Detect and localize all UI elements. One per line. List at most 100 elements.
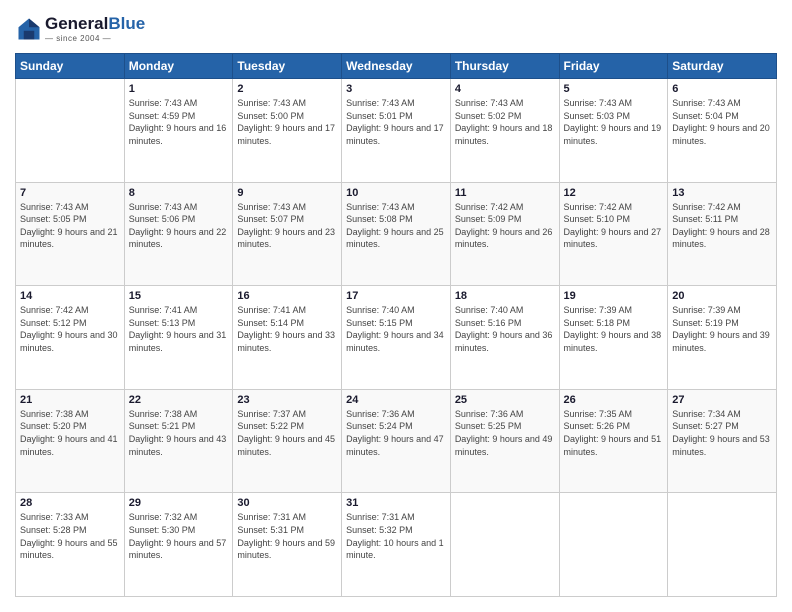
day-number: 22 xyxy=(129,394,229,406)
calendar-week-3: 14 Sunrise: 7:42 AMSunset: 5:12 PMDayligh… xyxy=(16,286,777,390)
day-number: 16 xyxy=(237,290,337,302)
day-number: 6 xyxy=(672,83,772,95)
calendar-cell: 8 Sunrise: 7:43 AMSunset: 5:06 PMDaylight… xyxy=(124,182,233,286)
day-number: 24 xyxy=(346,394,446,406)
day-number: 13 xyxy=(672,187,772,199)
day-info: Sunrise: 7:38 AMSunset: 5:20 PMDaylight:… xyxy=(20,408,120,458)
calendar-cell: 6 Sunrise: 7:43 AMSunset: 5:04 PMDaylight… xyxy=(668,79,777,183)
calendar-cell: 12Sunrise: 7:42 AMSunset: 5:10 PMDayligh… xyxy=(559,182,668,286)
calendar-cell: 7 Sunrise: 7:43 AMSunset: 5:05 PMDaylight… xyxy=(16,182,125,286)
day-info: Sunrise: 7:31 AMSunset: 5:32 PMDaylight:… xyxy=(346,511,446,561)
day-info: Sunrise: 7:41 AMSunset: 5:13 PMDaylight:… xyxy=(129,304,229,354)
calendar-table: SundayMondayTuesdayWednesdayThursdayFrid… xyxy=(15,53,777,597)
day-info: Sunrise: 7:40 AMSunset: 5:15 PMDaylight:… xyxy=(346,304,446,354)
day-info: Sunrise: 7:42 AMSunset: 5:11 PMDaylight:… xyxy=(672,201,772,251)
day-info: Sunrise: 7:39 AMSunset: 5:19 PMDaylight:… xyxy=(672,304,772,354)
day-info: Sunrise: 7:33 AMSunset: 5:28 PMDaylight:… xyxy=(20,511,120,561)
calendar-cell: 20Sunrise: 7:39 AMSunset: 5:19 PMDayligh… xyxy=(668,286,777,390)
day-number: 15 xyxy=(129,290,229,302)
day-info: Sunrise: 7:43 AMSunset: 5:04 PMDaylight:… xyxy=(672,97,772,147)
calendar-cell: 4 Sunrise: 7:43 AMSunset: 5:02 PMDaylight… xyxy=(450,79,559,183)
day-number: 2 xyxy=(237,83,337,95)
day-number: 25 xyxy=(455,394,555,406)
calendar-cell: 13 Sunrise: 7:42 AMSunset: 5:11 PMDayligh… xyxy=(668,182,777,286)
calendar-cell xyxy=(16,79,125,183)
calendar-cell: 22 Sunrise: 7:38 AMSunset: 5:21 PMDayligh… xyxy=(124,389,233,493)
logo: GeneralBlue — since 2004 — xyxy=(15,15,145,43)
day-number: 10 xyxy=(346,187,446,199)
calendar-cell xyxy=(559,493,668,597)
day-number: 21 xyxy=(20,394,120,406)
calendar-week-2: 7 Sunrise: 7:43 AMSunset: 5:05 PMDaylight… xyxy=(16,182,777,286)
calendar-cell: 18Sunrise: 7:40 AMSunset: 5:16 PMDayligh… xyxy=(450,286,559,390)
day-number: 8 xyxy=(129,187,229,199)
calendar-cell: 10 Sunrise: 7:43 AMSunset: 5:08 PMDayligh… xyxy=(342,182,451,286)
calendar-cell: 16 Sunrise: 7:41 AMSunset: 5:14 PMDayligh… xyxy=(233,286,342,390)
calendar-week-1: 1Sunrise: 7:43 AMSunset: 4:59 PMDaylight… xyxy=(16,79,777,183)
calendar-cell: 17Sunrise: 7:40 AMSunset: 5:15 PMDayligh… xyxy=(342,286,451,390)
day-info: Sunrise: 7:43 AMSunset: 5:03 PMDaylight:… xyxy=(564,97,664,147)
day-info: Sunrise: 7:40 AMSunset: 5:16 PMDaylight:… xyxy=(455,304,555,354)
day-info: Sunrise: 7:43 AMSunset: 5:05 PMDaylight:… xyxy=(20,201,120,251)
calendar-cell: 11 Sunrise: 7:42 AMSunset: 5:09 PMDayligh… xyxy=(450,182,559,286)
calendar-cell: 21 Sunrise: 7:38 AMSunset: 5:20 PMDayligh… xyxy=(16,389,125,493)
day-number: 9 xyxy=(237,187,337,199)
day-info: Sunrise: 7:43 AMSunset: 5:08 PMDaylight:… xyxy=(346,201,446,251)
day-number: 3 xyxy=(346,83,446,95)
header: GeneralBlue — since 2004 — xyxy=(15,15,777,43)
day-number: 7 xyxy=(20,187,120,199)
calendar-cell: 27Sunrise: 7:34 AMSunset: 5:27 PMDayligh… xyxy=(668,389,777,493)
weekday-header-friday: Friday xyxy=(559,54,668,79)
day-info: Sunrise: 7:39 AMSunset: 5:18 PMDaylight:… xyxy=(564,304,664,354)
calendar-cell: 25 Sunrise: 7:36 AMSunset: 5:25 PMDayligh… xyxy=(450,389,559,493)
calendar-cell: 3 Sunrise: 7:43 AMSunset: 5:01 PMDaylight… xyxy=(342,79,451,183)
day-number: 27 xyxy=(672,394,772,406)
weekday-header-monday: Monday xyxy=(124,54,233,79)
calendar-cell: 29 Sunrise: 7:32 AMSunset: 5:30 PMDayligh… xyxy=(124,493,233,597)
calendar-week-4: 21 Sunrise: 7:38 AMSunset: 5:20 PMDayligh… xyxy=(16,389,777,493)
day-info: Sunrise: 7:42 AMSunset: 5:12 PMDaylight:… xyxy=(20,304,120,354)
day-info: Sunrise: 7:42 AMSunset: 5:09 PMDaylight:… xyxy=(455,201,555,251)
calendar-cell xyxy=(450,493,559,597)
day-info: Sunrise: 7:41 AMSunset: 5:14 PMDaylight:… xyxy=(237,304,337,354)
day-number: 28 xyxy=(20,497,120,509)
day-number: 4 xyxy=(455,83,555,95)
day-info: Sunrise: 7:43 AMSunset: 5:00 PMDaylight:… xyxy=(237,97,337,147)
page: GeneralBlue — since 2004 — SundayMondayT… xyxy=(0,0,792,612)
calendar-cell: 26Sunrise: 7:35 AMSunset: 5:26 PMDayligh… xyxy=(559,389,668,493)
day-info: Sunrise: 7:43 AMSunset: 5:02 PMDaylight:… xyxy=(455,97,555,147)
weekday-header-thursday: Thursday xyxy=(450,54,559,79)
day-info: Sunrise: 7:43 AMSunset: 5:06 PMDaylight:… xyxy=(129,201,229,251)
weekday-header-row: SundayMondayTuesdayWednesdayThursdayFrid… xyxy=(16,54,777,79)
day-number: 29 xyxy=(129,497,229,509)
day-info: Sunrise: 7:37 AMSunset: 5:22 PMDaylight:… xyxy=(237,408,337,458)
day-number: 14 xyxy=(20,290,120,302)
day-number: 31 xyxy=(346,497,446,509)
weekday-header-wednesday: Wednesday xyxy=(342,54,451,79)
calendar-cell xyxy=(668,493,777,597)
day-info: Sunrise: 7:43 AMSunset: 4:59 PMDaylight:… xyxy=(129,97,229,147)
day-number: 23 xyxy=(237,394,337,406)
day-info: Sunrise: 7:43 AMSunset: 5:07 PMDaylight:… xyxy=(237,201,337,251)
day-number: 30 xyxy=(237,497,337,509)
day-info: Sunrise: 7:38 AMSunset: 5:21 PMDaylight:… xyxy=(129,408,229,458)
day-info: Sunrise: 7:36 AMSunset: 5:25 PMDaylight:… xyxy=(455,408,555,458)
weekday-header-saturday: Saturday xyxy=(668,54,777,79)
day-info: Sunrise: 7:35 AMSunset: 5:26 PMDaylight:… xyxy=(564,408,664,458)
calendar-cell: 23 Sunrise: 7:37 AMSunset: 5:22 PMDayligh… xyxy=(233,389,342,493)
day-info: Sunrise: 7:31 AMSunset: 5:31 PMDaylight:… xyxy=(237,511,337,561)
calendar-cell: 30 Sunrise: 7:31 AMSunset: 5:31 PMDayligh… xyxy=(233,493,342,597)
calendar-cell: 24 Sunrise: 7:36 AMSunset: 5:24 PMDayligh… xyxy=(342,389,451,493)
calendar-cell: 28 Sunrise: 7:33 AMSunset: 5:28 PMDayligh… xyxy=(16,493,125,597)
day-info: Sunrise: 7:43 AMSunset: 5:01 PMDaylight:… xyxy=(346,97,446,147)
calendar-cell: 5Sunrise: 7:43 AMSunset: 5:03 PMDaylight… xyxy=(559,79,668,183)
calendar-cell: 1Sunrise: 7:43 AMSunset: 4:59 PMDaylight… xyxy=(124,79,233,183)
day-info: Sunrise: 7:36 AMSunset: 5:24 PMDaylight:… xyxy=(346,408,446,458)
calendar-cell: 2 Sunrise: 7:43 AMSunset: 5:00 PMDaylight… xyxy=(233,79,342,183)
day-number: 12 xyxy=(564,187,664,199)
day-info: Sunrise: 7:32 AMSunset: 5:30 PMDaylight:… xyxy=(129,511,229,561)
calendar-cell: 9 Sunrise: 7:43 AMSunset: 5:07 PMDaylight… xyxy=(233,182,342,286)
weekday-header-tuesday: Tuesday xyxy=(233,54,342,79)
calendar-cell: 31 Sunrise: 7:31 AMSunset: 5:32 PMDayligh… xyxy=(342,493,451,597)
day-number: 11 xyxy=(455,187,555,199)
